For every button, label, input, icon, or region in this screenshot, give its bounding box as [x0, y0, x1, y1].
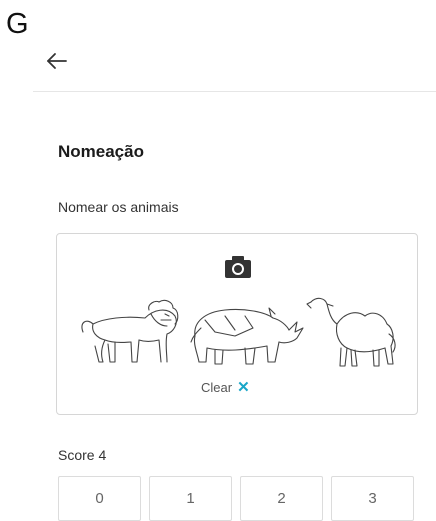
lion-drawing [81, 299, 179, 363]
clear-label: Clear [201, 380, 233, 395]
section-subtitle: Nomear os animais [58, 199, 179, 215]
screen: G Nomeação Nomear os animais Clear ✕ Sco… [0, 0, 436, 521]
rhinoceros-drawing [190, 307, 304, 365]
animals-image [75, 292, 401, 370]
close-icon: ✕ [237, 379, 250, 396]
score-label: Score 4 [58, 447, 107, 463]
camel-drawing [306, 297, 396, 367]
camera-icon[interactable] [224, 255, 252, 279]
clear-button[interactable]: Clear ✕ [201, 380, 250, 395]
header-divider [33, 91, 436, 92]
score-option-3[interactable]: 3 [331, 476, 414, 521]
score-option-2[interactable]: 2 [240, 476, 323, 521]
score-option-0[interactable]: 0 [58, 476, 141, 521]
back-button[interactable] [44, 48, 70, 74]
arrow-left-icon [47, 53, 67, 69]
score-options: 0 1 2 3 [58, 476, 414, 521]
section-title: Nomeação [58, 142, 144, 161]
image-card: Clear ✕ [56, 233, 418, 415]
score-option-1[interactable]: 1 [149, 476, 232, 521]
panel-label: G [6, 8, 29, 40]
